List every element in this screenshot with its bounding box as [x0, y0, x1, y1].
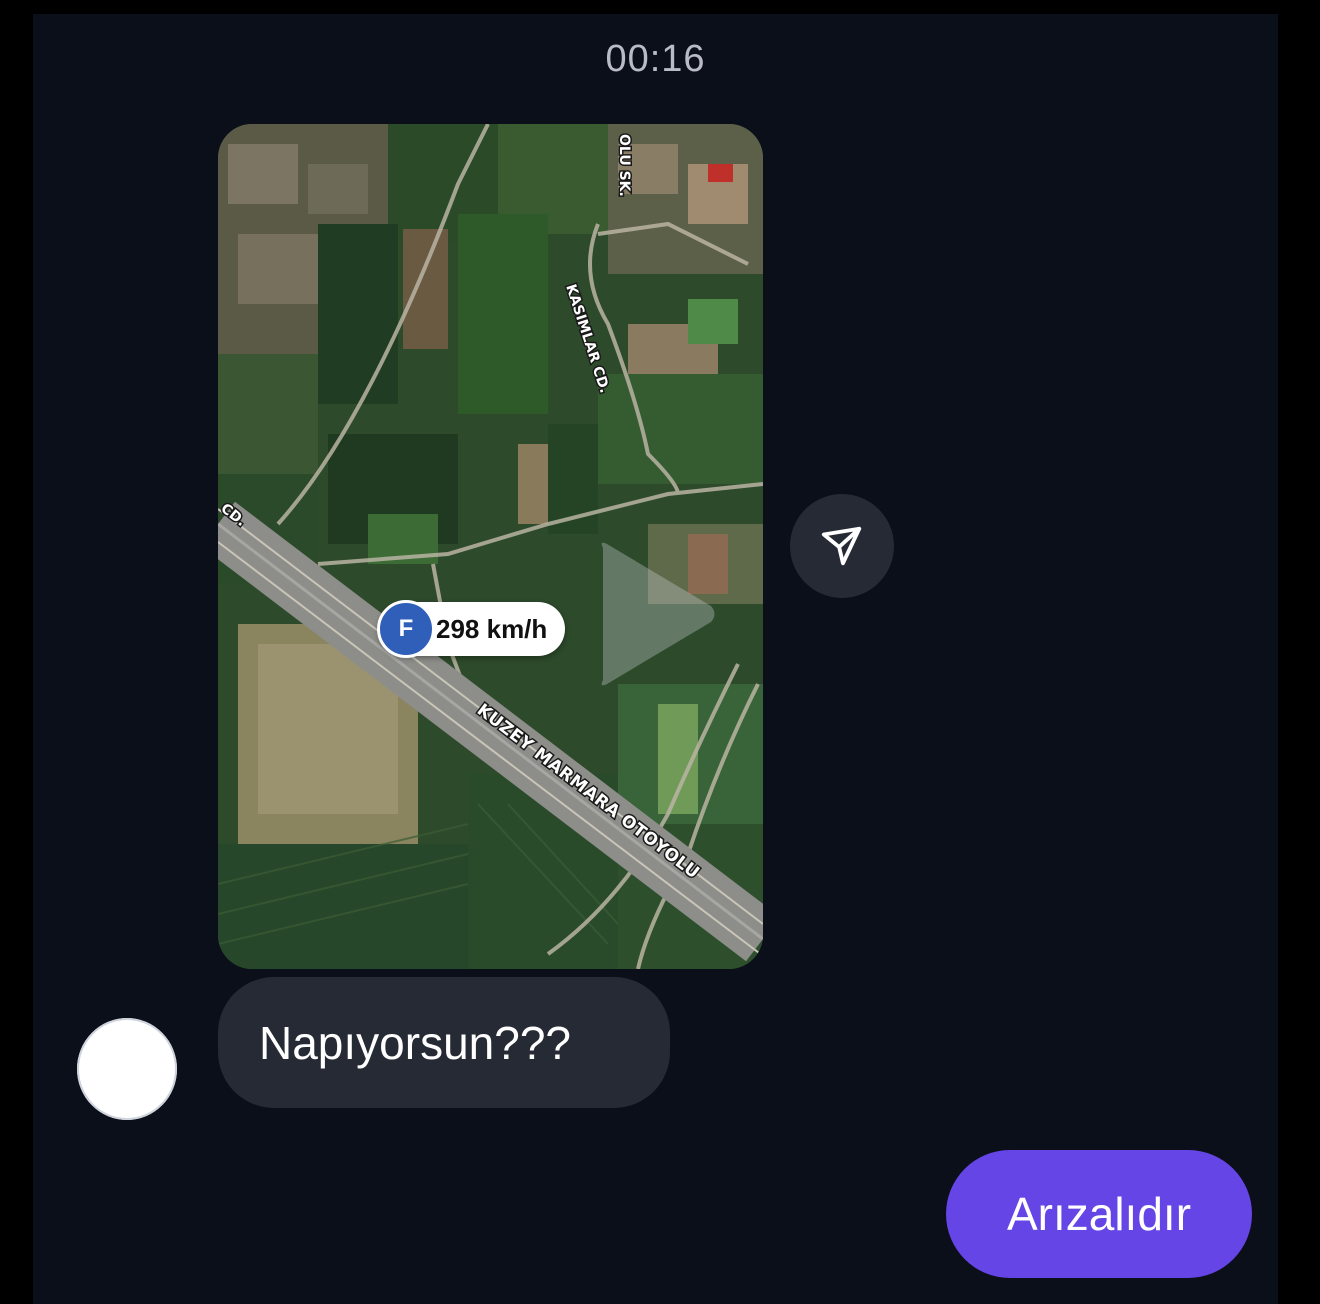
send-icon	[821, 526, 862, 566]
avatar[interactable]	[77, 1018, 177, 1120]
location-badge: F	[377, 600, 435, 658]
message-timestamp: 00:16	[605, 38, 706, 80]
incoming-message-text: Napıyorsun???	[259, 1016, 571, 1069]
map-video-message[interactable]: OLU SK. KASIMLAR CD. CD. KUZEY MARMARA O…	[218, 124, 763, 969]
speed-marker: F 298 km/h	[377, 600, 566, 658]
outgoing-message-bubble[interactable]: Arızalıdır	[946, 1150, 1252, 1278]
incoming-message-bubble[interactable]: Napıyorsun???	[218, 977, 670, 1108]
chat-screen: 00:16 OLU SK. KASIMLAR CD. CD. KUZEY MAR…	[33, 14, 1278, 1304]
street-label-top: OLU SK.	[616, 134, 632, 197]
outgoing-message-text: Arızalıdır	[1006, 1188, 1192, 1240]
share-button[interactable]	[790, 494, 894, 598]
speed-label: 298 km/h	[436, 613, 548, 644]
play-icon[interactable]	[593, 534, 718, 694]
